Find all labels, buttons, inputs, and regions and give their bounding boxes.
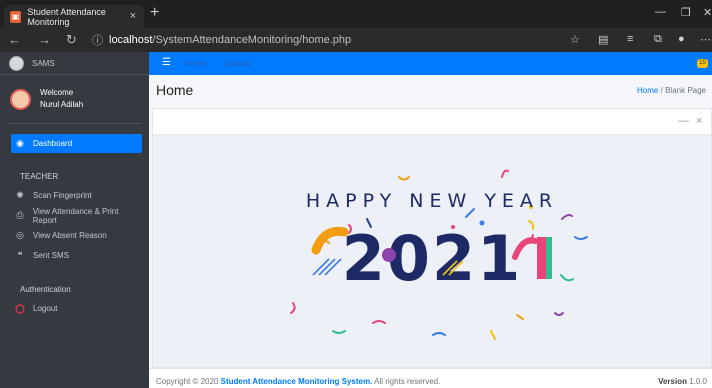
dashboard-icon: ◉ (16, 138, 24, 148)
top-navbar: ☰ Home Contact 15 (149, 52, 712, 75)
profile-icon[interactable]: ● (678, 33, 685, 45)
new-tab-button[interactable]: + (150, 4, 159, 22)
user-panel: Welcome Nurul Adilah (8, 75, 141, 124)
new-year-banner: HAPPY NEW YEAR 2021 (290, 169, 588, 340)
more-icon[interactable]: ⋯ (700, 33, 711, 46)
sidebar: SAMS Welcome Nurul Adilah ◉ Dashboard TE… (0, 52, 149, 388)
browser-address-bar: ← → ↻ ⓘ localhost/SystemAttendanceMonito… (0, 28, 712, 52)
sidebar-item-label: View Absent Reason (33, 231, 107, 240)
footer-version: Version 1.0.0 (658, 377, 707, 386)
breadcrumb: Home / Blank Page (637, 86, 706, 95)
sidebar-header-teacher: TEACHER (20, 172, 59, 181)
collapse-icon[interactable]: — (678, 115, 689, 127)
restore-window-icon[interactable]: ❐ (681, 6, 691, 19)
version-value: 1.0.0 (689, 377, 707, 386)
browser-tab[interactable]: ▣ Student Attendance Monitoring × (4, 5, 144, 28)
sidebar-item-sent-sms[interactable]: ❝ Sent SMS (11, 246, 142, 265)
card-body: HAPPY NEW YEAR 2021 (153, 135, 711, 367)
close-icon[interactable]: × (696, 115, 702, 127)
eye-icon: ◎ (16, 230, 24, 240)
footer: Copyright © 2020 Student Attendance Moni… (149, 368, 712, 388)
banner-year: 2021 (342, 222, 523, 295)
sidebar-item-label: Sent SMS (33, 251, 70, 260)
breadcrumb-current: Blank Page (665, 86, 706, 95)
favorite-star-icon[interactable]: ☆ (570, 33, 580, 46)
sidebar-item-label: Logout (33, 304, 58, 313)
version-label: Version (658, 377, 687, 386)
reading-icon[interactable]: ▤ (598, 33, 608, 46)
tab-close-icon[interactable]: × (130, 10, 136, 22)
notification-badge[interactable]: 15 (697, 59, 708, 68)
fingerprint-icon: ✺ (16, 190, 24, 200)
brand-name: SAMS (32, 58, 55, 68)
sidebar-item-label: Dashboard (33, 139, 73, 148)
breadcrumb-separator: / (660, 86, 663, 95)
url-host: localhost (109, 34, 153, 46)
footer-copyright: Copyright © 2020 Student Attendance Moni… (156, 377, 440, 386)
minimize-window-icon[interactable]: — (655, 6, 666, 18)
copyright-prefix: Copyright © 2020 (156, 377, 219, 386)
nav-link-contact[interactable]: Contact (224, 59, 252, 68)
content-header: Home Home / Blank Page (149, 75, 712, 108)
menu-toggle-icon[interactable]: ☰ (162, 57, 171, 68)
sidebar-item-scan-fingerprint[interactable]: ✺ Scan Fingerprint (11, 186, 142, 205)
content-card: — × HAPPY NEW YEAR 2021 (152, 108, 712, 368)
sidebar-header-authentication: Authentication (20, 285, 71, 294)
copyright-rights: All rights reserved. (374, 377, 441, 386)
brand-logo (9, 55, 24, 71)
logout-circle-icon (15, 303, 25, 314)
sidebar-item-view-absent-reason[interactable]: ◎ View Absent Reason (11, 226, 142, 245)
url-path: /SystemAttendanceMonitoring/home.php (152, 34, 352, 46)
app: SAMS Welcome Nurul Adilah ◉ Dashboard TE… (0, 52, 712, 388)
print-icon: ⎙ (16, 210, 24, 220)
browser-tab-bar: ▣ Student Attendance Monitoring × + — ❐ … (0, 0, 712, 28)
breadcrumb-home[interactable]: Home (637, 86, 658, 95)
back-icon[interactable]: ← (8, 32, 21, 47)
favicon-icon: ▣ (10, 10, 22, 23)
welcome-label: Welcome (40, 88, 74, 97)
user-name[interactable]: Nurul Adilah (40, 99, 83, 111)
footer-system-link[interactable]: Student Attendance Monitoring System. (221, 377, 373, 386)
nav-link-home[interactable]: Home (185, 59, 206, 68)
sidebar-item-logout[interactable]: Logout (11, 299, 142, 318)
sidebar-item-dashboard[interactable]: ◉ Dashboard (11, 134, 142, 153)
tab-title: Student Attendance Monitoring (27, 6, 106, 27)
sidebar-item-view-attendance[interactable]: ⎙ View Attendance & Print Report (11, 206, 142, 225)
sidebar-item-label: Scan Fingerprint (33, 191, 92, 200)
forward-icon[interactable]: → (38, 32, 51, 47)
reload-icon[interactable]: ↻ (66, 32, 77, 48)
page-title: Home (156, 82, 194, 98)
banner-headline: HAPPY NEW YEAR (306, 190, 558, 212)
sidebar-item-label: View Attendance & Print Report (32, 206, 119, 225)
brand[interactable]: SAMS (0, 52, 149, 75)
favorites-icon[interactable]: ≡ (627, 33, 633, 45)
info-icon: ⓘ (92, 35, 103, 47)
url-field[interactable]: ⓘ localhost/SystemAttendanceMonitoring/h… (92, 31, 572, 49)
chat-icon: ❝ (17, 250, 23, 260)
collections-icon[interactable]: ⧉ (654, 33, 662, 46)
close-window-icon[interactable]: ✕ (703, 6, 712, 19)
avatar (10, 88, 31, 110)
card-header: — × (153, 109, 711, 135)
